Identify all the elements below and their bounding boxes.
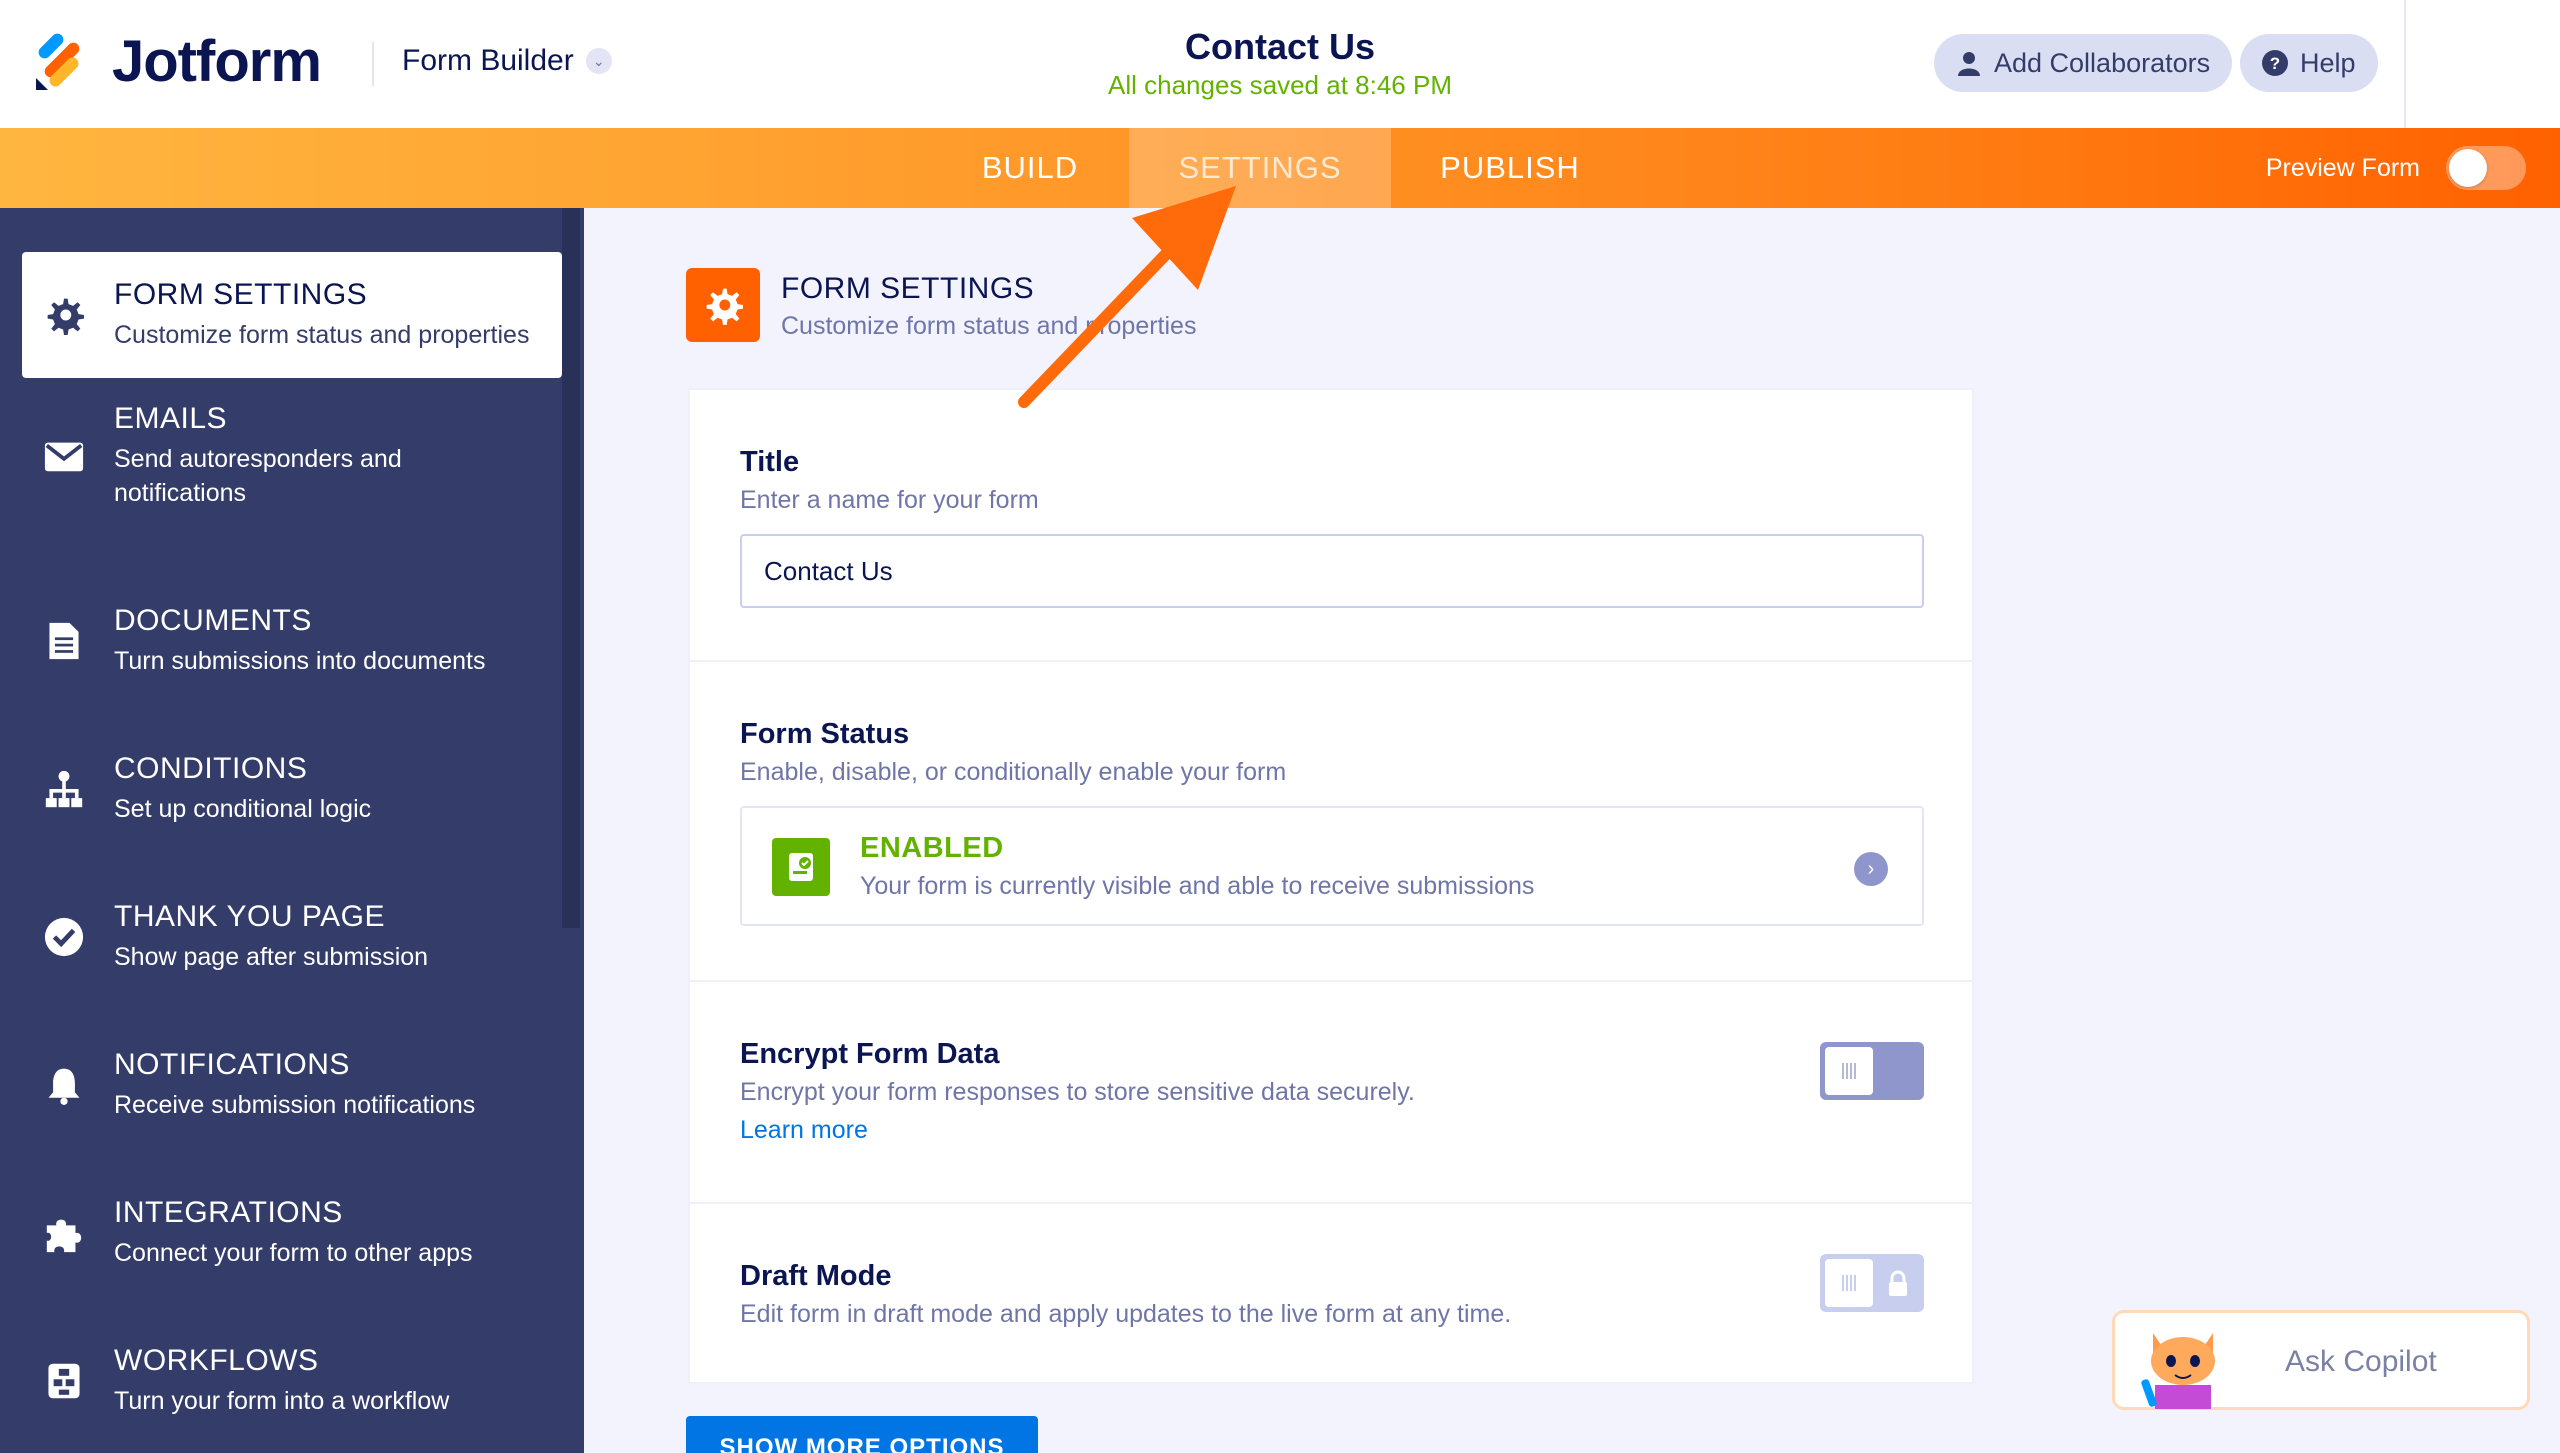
workflow-icon bbox=[42, 1359, 86, 1403]
puzzle-icon bbox=[42, 1211, 86, 1255]
toggle-knob bbox=[2449, 149, 2487, 187]
sidebar-item-desc: Send autoresponders and notifications bbox=[114, 445, 402, 507]
tab-settings[interactable]: SETTINGS bbox=[1129, 128, 1391, 208]
ask-copilot-label: Ask Copilot bbox=[2285, 1345, 2437, 1378]
envelope-icon bbox=[42, 434, 86, 478]
tab-build[interactable]: BUILD bbox=[952, 128, 1108, 208]
draft-mode-toggle[interactable] bbox=[1820, 1254, 1924, 1312]
title-section: Title Enter a name for your form bbox=[690, 390, 1972, 662]
bell-icon bbox=[42, 1063, 86, 1107]
copilot-avatar-icon bbox=[2141, 1333, 2215, 1409]
status-section-border bbox=[690, 662, 1972, 982]
document-icon bbox=[42, 619, 86, 663]
title-desc: Enter a name for your form bbox=[740, 486, 1039, 514]
title-label: Title bbox=[740, 446, 800, 478]
sidebar-item-title: THANK YOU PAGE bbox=[114, 900, 385, 933]
sidebar-item-integrations[interactable]: INTEGRATIONS Connect your form to other … bbox=[22, 1170, 562, 1296]
settings-card: Title Enter a name for your form Form St… bbox=[688, 388, 1974, 1384]
encrypt-toggle[interactable] bbox=[1820, 1042, 1924, 1100]
sidebar-item-desc: Turn your form into a workflow bbox=[114, 1387, 450, 1415]
help-label: Help bbox=[2300, 47, 2356, 78]
sidebar-item-title: NOTIFICATIONS bbox=[114, 1048, 350, 1081]
sidebar-item-desc: Show page after submission bbox=[114, 943, 429, 971]
question-icon: ? bbox=[2262, 50, 2288, 76]
sidebar-item-desc: Set up conditional logic bbox=[114, 795, 372, 823]
toggle-knob bbox=[1825, 1259, 1873, 1307]
svg-text:?: ? bbox=[2270, 54, 2280, 73]
settings-sidebar: FORM SETTINGS Customize form status and … bbox=[0, 208, 584, 1453]
draft-desc: Edit form in draft mode and apply update… bbox=[740, 1300, 1512, 1328]
draft-label: Draft Mode bbox=[740, 1260, 892, 1292]
sidebar-item-desc: Connect your form to other apps bbox=[114, 1239, 473, 1267]
sidebar-item-workflows[interactable]: WORKFLOWS Turn your form into a workflow bbox=[22, 1318, 562, 1444]
sidebar-item-title: DOCUMENTS bbox=[114, 604, 312, 637]
sidebar-item-desc: Receive submission notifications bbox=[114, 1091, 476, 1119]
preview-form-toggle[interactable] bbox=[2446, 146, 2526, 190]
sidebar-item-notifications[interactable]: NOTIFICATIONS Receive submission notific… bbox=[22, 1022, 562, 1148]
sidebar-item-title: WORKFLOWS bbox=[114, 1344, 319, 1377]
check-circle-icon bbox=[42, 915, 86, 959]
gear-icon bbox=[42, 293, 86, 337]
add-collaborators-button[interactable]: Add Collaborators bbox=[1934, 34, 2233, 92]
sidebar-item-desc: Customize form status and properties bbox=[114, 321, 530, 349]
sidebar-item-title: FORM SETTINGS bbox=[114, 278, 368, 311]
help-button[interactable]: ? Help bbox=[2240, 34, 2378, 92]
show-more-options-button[interactable]: SHOW MORE OPTIONS bbox=[686, 1416, 1038, 1453]
sidebar-scrollbar[interactable] bbox=[562, 208, 580, 928]
ask-copilot-button[interactable]: Ask Copilot bbox=[2112, 1310, 2530, 1410]
sidebar-item-conditions[interactable]: CONDITIONS Set up conditional logic bbox=[22, 726, 562, 852]
lock-icon bbox=[1889, 1270, 1907, 1296]
divider bbox=[2404, 0, 2406, 128]
form-settings-icon bbox=[686, 268, 760, 342]
tab-publish[interactable]: PUBLISH bbox=[1420, 128, 1600, 208]
encrypt-section: Encrypt Form Data Encrypt your form resp… bbox=[690, 982, 1972, 1204]
toggle-knob bbox=[1825, 1047, 1873, 1095]
encrypt-label: Encrypt Form Data bbox=[740, 1038, 1000, 1070]
sidebar-item-documents[interactable]: DOCUMENTS Turn submissions into document… bbox=[22, 578, 562, 704]
sidebar-item-thank-you-page[interactable]: THANK YOU PAGE Show page after submissio… bbox=[22, 874, 562, 1000]
nav-bar: BUILD SETTINGS PUBLISH Preview Form bbox=[0, 128, 2560, 208]
hierarchy-icon bbox=[42, 767, 86, 811]
preview-form-label: Preview Form bbox=[2265, 153, 2420, 182]
encrypt-desc: Encrypt your form responses to store sen… bbox=[740, 1078, 1415, 1106]
draft-section: Draft Mode Edit form in draft mode and a… bbox=[690, 1204, 1972, 1386]
top-bar: Jotform Form Builder ⌄ Contact Us All ch… bbox=[0, 0, 2560, 128]
sidebar-item-emails[interactable]: EMAILS Send autoresponders and notificat… bbox=[22, 386, 562, 526]
add-collaborators-label: Add Collaborators bbox=[1994, 47, 2211, 78]
sidebar-item-form-settings[interactable]: FORM SETTINGS Customize form status and … bbox=[22, 252, 562, 378]
user-icon bbox=[1958, 52, 1980, 76]
sidebar-item-title: INTEGRATIONS bbox=[114, 1196, 343, 1229]
sidebar-item-title: EMAILS bbox=[114, 402, 228, 435]
form-title-input[interactable] bbox=[740, 534, 1924, 608]
sidebar-item-desc: Turn submissions into documents bbox=[114, 647, 486, 675]
sidebar-item-title: CONDITIONS bbox=[114, 752, 308, 785]
page-subtitle: Customize form status and properties bbox=[781, 312, 1197, 340]
page-title: FORM SETTINGS bbox=[781, 272, 1035, 305]
learn-more-link[interactable]: Learn more bbox=[740, 1116, 868, 1145]
